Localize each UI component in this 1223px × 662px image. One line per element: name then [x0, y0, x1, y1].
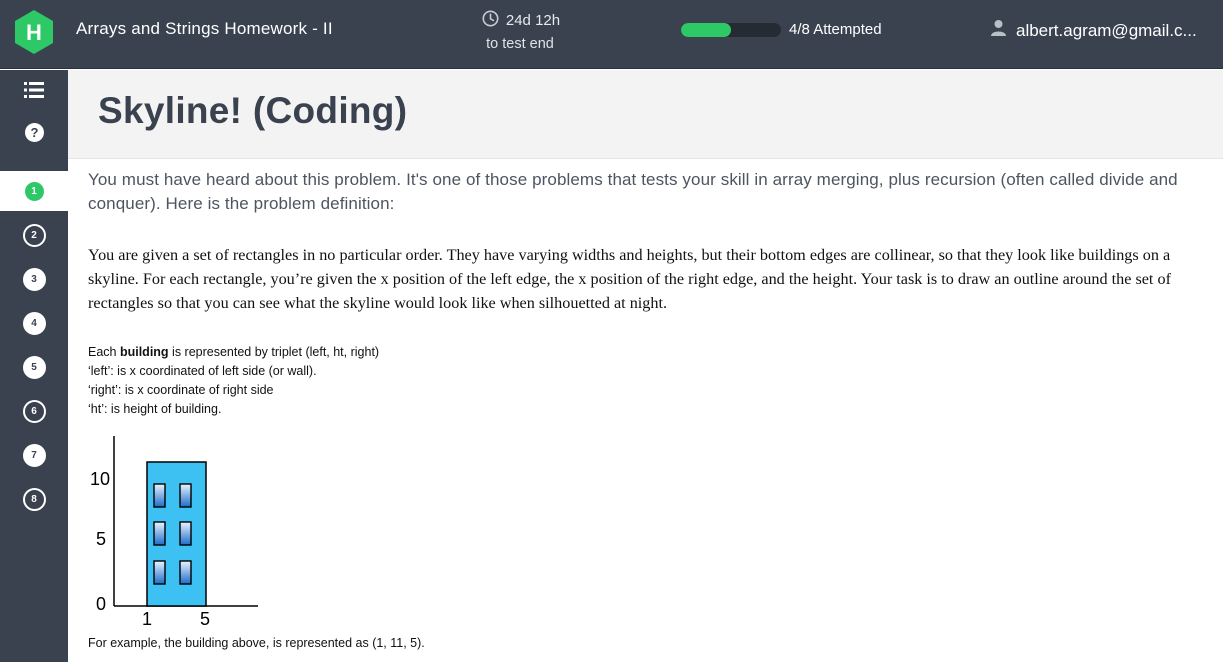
question-nav-item[interactable]: 6: [0, 391, 68, 431]
question-nav-item[interactable]: 8: [0, 479, 68, 519]
question-title: Skyline! (Coding): [98, 90, 408, 131]
figure-caption: For example, the building above, is repr…: [88, 636, 425, 650]
list-icon[interactable]: [22, 78, 46, 102]
note-height: ‘ht’: is height of building.: [88, 402, 222, 416]
question-nav-item[interactable]: 5: [0, 347, 68, 387]
clock-icon: [482, 10, 499, 31]
question-nav-item[interactable]: 4: [0, 303, 68, 343]
problem-intro: You must have heard about this problem. …: [88, 170, 1178, 213]
timer-caption: to test end: [486, 36, 554, 52]
question-number: 6: [22, 399, 46, 423]
x-tick-5: 5: [200, 609, 210, 629]
question-number: 4: [22, 311, 46, 335]
question-number: 3: [22, 267, 46, 291]
svg-text:?: ?: [30, 125, 38, 140]
note-left: ‘left’: is x coordinated of left side (o…: [88, 364, 317, 378]
question-number: 2: [22, 223, 46, 247]
user-email: albert.agram@gmail.c...: [1016, 20, 1197, 40]
x-tick-1: 1: [142, 609, 152, 629]
timer-value: 24d 12h: [505, 12, 561, 29]
question-nav-item[interactable]: 7: [0, 435, 68, 475]
test-timer: 24d 12h to test end: [470, 10, 570, 52]
y-tick-5: 5: [96, 529, 106, 549]
question-number: 7: [22, 443, 46, 467]
building-format-notes: Each building is represented by triplet …: [88, 343, 1213, 419]
user-icon: [990, 19, 1007, 42]
y-tick-0: 0: [96, 594, 106, 614]
svg-text:H: H: [26, 20, 42, 45]
building-illustration: 10 5 0 1 5: [88, 432, 278, 632]
problem-definition: You are given a set of rectangles in no …: [88, 246, 1171, 312]
question-nav-item[interactable]: 2: [0, 215, 68, 255]
note-right: ‘right’: is x coordinate of right side: [88, 383, 274, 397]
question-nav-item[interactable]: 3: [0, 259, 68, 299]
test-title: Arrays and Strings Homework - II: [76, 19, 333, 38]
note-triplet: Each building is represented by triplet …: [88, 345, 380, 359]
user-menu[interactable]: albert.agram@gmail.c...: [990, 19, 1197, 42]
question-number: 1: [24, 181, 44, 201]
attempt-progress-text: 4/8 Attempted: [789, 21, 882, 38]
question-number: 8: [22, 487, 46, 511]
question-header: Skyline! (Coding): [68, 70, 1223, 159]
problem-statement: You must have heard about this problem. …: [88, 168, 1213, 419]
hackerrank-logo[interactable]: H: [13, 9, 55, 55]
top-bar: H Arrays and Strings Homework - II 24d 1…: [0, 0, 1223, 69]
help-icon[interactable]: ?: [22, 120, 46, 144]
y-tick-10: 10: [90, 469, 110, 489]
attempt-progress-bar: [681, 23, 781, 37]
attempt-progress-fill: [681, 23, 731, 37]
question-nav-item[interactable]: 1: [0, 171, 68, 211]
question-number: 5: [22, 355, 46, 379]
question-sidebar: ? 1 2 3 4 5 6 7 8: [0, 70, 68, 662]
